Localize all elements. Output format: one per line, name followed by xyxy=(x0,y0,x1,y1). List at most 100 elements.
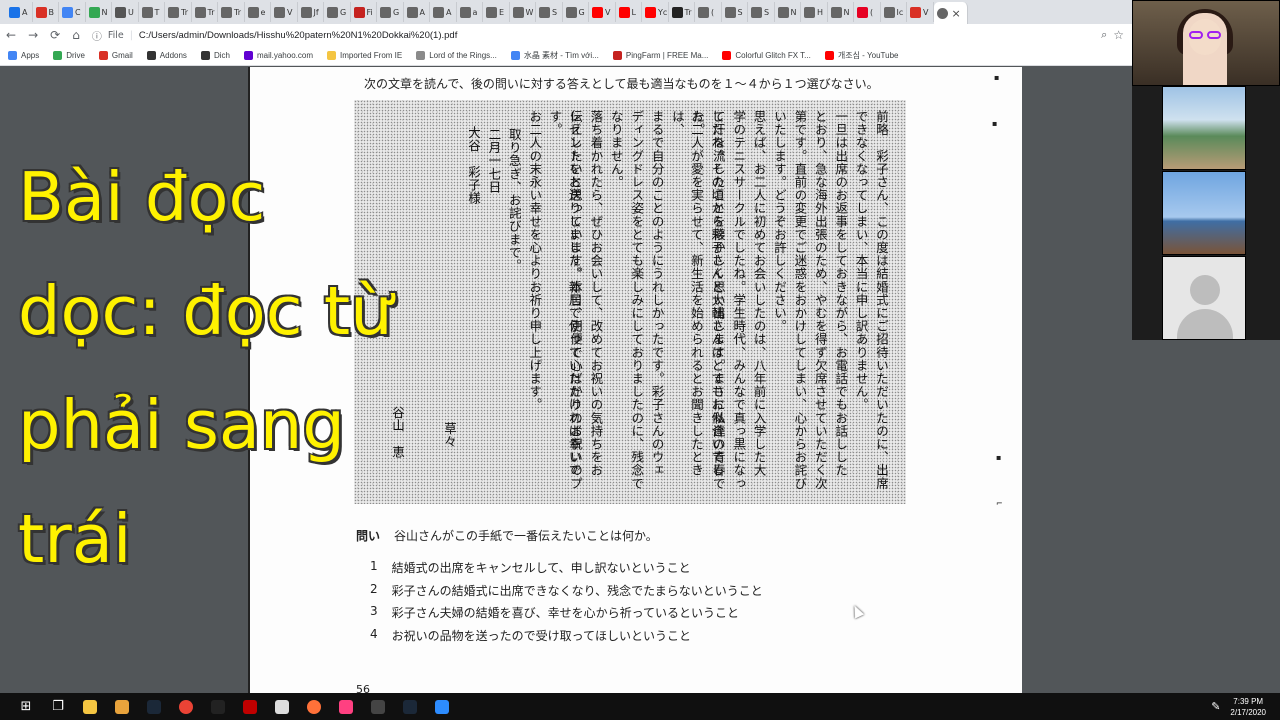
unity-icon[interactable] xyxy=(202,693,234,720)
file-explorer-icon[interactable] xyxy=(74,693,106,720)
browser-tab[interactable]: G xyxy=(324,2,351,22)
bookmark-item[interactable]: Drive xyxy=(53,51,85,60)
letter-column: 前略 彩子さん、この度は結婚式にご招待いただいたのに、出席 xyxy=(874,110,889,490)
browser-tab[interactable]: S xyxy=(536,2,563,22)
tab-label: Fi xyxy=(366,7,373,17)
browser-tab[interactable]: W xyxy=(510,2,536,22)
bookmark-label: 개조심 - YouTube xyxy=(837,51,899,60)
browser-tab[interactable]: Tr xyxy=(218,2,245,22)
browser-tab[interactable]: V xyxy=(907,2,934,22)
back-icon[interactable]: ← xyxy=(6,28,16,42)
tab-favicon-icon xyxy=(883,6,895,18)
bookmark-item[interactable]: Imported From IE xyxy=(326,51,402,60)
browser-tab[interactable]: G xyxy=(563,2,589,22)
letter-column: 大谷 彩子様 xyxy=(466,126,481,205)
steam-icon-2[interactable] xyxy=(394,693,426,720)
browser-tab[interactable]: Fi xyxy=(351,2,377,22)
avatar-icon xyxy=(1190,275,1220,305)
browser-tab[interactable]: C xyxy=(59,2,86,22)
bookmark-icon xyxy=(200,51,210,60)
webcam-panel xyxy=(1132,0,1280,340)
browser-tab[interactable]: e xyxy=(245,2,271,22)
browser-tab[interactable]: Jf xyxy=(298,2,324,22)
browser-tab-active[interactable]: × xyxy=(933,2,968,24)
close-tab-icon[interactable]: × xyxy=(952,7,961,20)
tab-label: Tr xyxy=(207,7,215,17)
tab-favicon-icon xyxy=(777,6,789,18)
option-text: 彩子さん夫婦の結婚を喜び、幸せを心から祈っているということ xyxy=(391,606,740,620)
home-icon[interactable]: ⌂ xyxy=(72,28,80,42)
bookmark-item[interactable]: Lord of the Rings... xyxy=(416,51,497,60)
tab-label: H xyxy=(817,7,824,17)
bookmark-item[interactable]: mail.yahoo.com xyxy=(243,51,313,60)
reload-icon[interactable]: ⟳ xyxy=(50,28,60,42)
answer-options: 1 結婚式の出席をキャンセルして、申し訳ないということ 2 彩子さんの結婚式に出席でき… xyxy=(370,559,763,649)
browser-tab[interactable]: G xyxy=(377,2,404,22)
chrome-icon[interactable] xyxy=(170,693,202,720)
clock[interactable]: 7:39 PM 2/17/2020 xyxy=(1230,696,1266,718)
task-view-icon[interactable]: ❐ xyxy=(42,693,74,720)
browser-tab[interactable]: N xyxy=(86,2,112,22)
browser-tab[interactable]: Tr xyxy=(165,2,192,22)
tab-label: C xyxy=(75,7,81,17)
browser-tab[interactable]: Tr xyxy=(669,2,695,22)
steam-icon[interactable] xyxy=(138,693,170,720)
url-text[interactable]: C:/Users/admin/Downloads/Hisshu%20patern… xyxy=(139,30,457,41)
presenter-webcam xyxy=(1132,0,1280,86)
info-icon[interactable]: ⓘ xyxy=(92,28,102,43)
browser-tab[interactable]: Tr xyxy=(192,2,218,22)
bookmark-item[interactable]: PingFarm | FREE Ma... xyxy=(612,51,708,60)
bookmark-item[interactable]: 水晶 素材 - Tìm với... xyxy=(510,50,599,61)
address-bar[interactable]: ⓘ File | C:/Users/admin/Downloads/Hisshu… xyxy=(92,26,1124,44)
option-text: 結婚式の出席をキャンセルして、申し訳ないということ xyxy=(391,561,691,575)
browser-tab[interactable]: S xyxy=(748,2,775,22)
browser-tab[interactable]: ( xyxy=(854,2,881,22)
star-icon[interactable]: ☆ xyxy=(1113,28,1124,42)
folder-icon[interactable] xyxy=(106,693,138,720)
bookmark-item[interactable]: Gmail xyxy=(98,51,133,60)
tab-label: V xyxy=(923,7,929,17)
browser-tab[interactable]: U xyxy=(112,2,139,22)
browser-tab[interactable]: A xyxy=(404,2,430,22)
bookmark-item[interactable]: Colorful Glitch FX T... xyxy=(722,51,811,60)
browser-tab[interactable]: V xyxy=(271,2,298,22)
zoom-icon[interactable] xyxy=(426,693,458,720)
scan-mark: ▪ xyxy=(992,119,998,128)
browser-tab[interactable]: V xyxy=(589,2,616,22)
windows-taskbar: ⊞ ❐ ✎ 7:39 PM 2/17/2020 xyxy=(0,693,1280,720)
bookmark-item[interactable]: Apps xyxy=(8,51,39,60)
browser-tab[interactable]: N xyxy=(775,2,801,22)
bookmark-item[interactable]: 개조심 - YouTube xyxy=(824,50,899,61)
paint-icon[interactable] xyxy=(330,693,362,720)
tab-favicon-icon xyxy=(406,6,418,18)
browser-tab[interactable]: A xyxy=(430,2,457,22)
browser-tab[interactable]: Yc xyxy=(642,2,669,22)
app-icon[interactable] xyxy=(234,693,266,720)
media-icon[interactable] xyxy=(362,693,394,720)
forward-icon[interactable]: → xyxy=(28,28,38,42)
start-icon[interactable]: ⊞ xyxy=(10,693,42,720)
scan-mark: ⌐ xyxy=(996,499,1003,508)
browser-tab[interactable]: S xyxy=(722,2,748,22)
browser-tab[interactable]: L xyxy=(616,2,642,22)
bookmark-item[interactable]: Dich xyxy=(200,51,230,60)
browser-tab[interactable]: Ic xyxy=(881,2,907,22)
bookmark-icon xyxy=(722,51,732,60)
clock-date: 2/17/2020 xyxy=(1230,707,1266,717)
browser-tab[interactable]: T xyxy=(139,2,165,22)
pen-icon[interactable]: ✎ xyxy=(1211,700,1220,713)
zoom-icon[interactable]: ⌕ xyxy=(1101,28,1107,42)
bookmark-item[interactable]: Addons xyxy=(146,51,187,60)
browser-tab[interactable]: N xyxy=(828,2,854,22)
browser-tab[interactable]: ( xyxy=(695,2,722,22)
browser-tab[interactable]: A xyxy=(6,2,33,22)
browser-tab[interactable]: E xyxy=(483,2,510,22)
browser-tab[interactable]: B xyxy=(33,2,59,22)
bookmark-icon xyxy=(146,51,156,60)
browser-tab[interactable]: a xyxy=(457,2,483,22)
browser-tab[interactable]: H xyxy=(801,2,828,22)
firefox-icon[interactable] xyxy=(298,693,330,720)
settings-icon[interactable] xyxy=(266,693,298,720)
participant-webcam-1 xyxy=(1162,86,1246,170)
tab-favicon-icon xyxy=(724,6,736,18)
